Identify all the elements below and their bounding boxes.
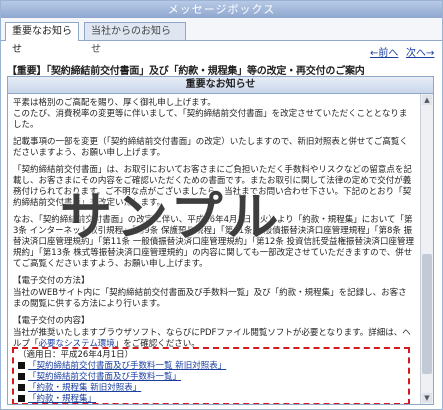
notice-box: 重要なお知らせ 平素は格別のご高配を賜り、厚く御礼申し上げます。 このたび、消費… (7, 76, 434, 405)
notice-box-title: 重要なお知らせ (8, 77, 433, 94)
paragraph-about-document: 「契約締結前交付書面」は、お取引においてお客さまにご負担いただく手数料やリスクな… (13, 165, 412, 208)
document-item: 「約款・規程集 新旧対照表」 (18, 383, 404, 394)
document-link-fee-list-comparison[interactable]: 「契約締結前交付書面及び手数料一覧 新旧対照表」 (28, 361, 226, 371)
bullet-icon (18, 362, 25, 369)
pagination-nav: ←前へ 次へ→ (1, 41, 442, 59)
bullet-icon (18, 384, 25, 391)
document-link-fee-list[interactable]: 「契約締結前交付書面及び手数料一覧」 (28, 372, 181, 382)
scroll-down-icon[interactable]: ▼ (422, 393, 432, 403)
paragraph-change: 記載事項の一部を変更（「契約締結前交付書面」の改定）いたしますので、新旧対照表と… (13, 137, 408, 158)
document-link-terms-comparison[interactable]: 「約款・規程集 新旧対照表」 (28, 383, 141, 393)
tab-company-notices[interactable]: 当社からのお知らせ (84, 22, 186, 55)
prev-link[interactable]: ←前へ (370, 44, 398, 59)
notice-subject: 【重要】「契約締結前交付書面」及び「約款・規程集」等の改定・再交付のご案内 (7, 66, 365, 77)
paragraph-terms-revision: なお、「契約締結前交付書面」の改定に伴い、平成26年4月1日（火）より「約款・規… (13, 215, 415, 269)
paragraph-greeting: 平素は格別のご高配を賜り、厚く御礼申し上げます。 このたび、消費税率の変更等に伴… (13, 98, 408, 130)
delivery-method-label: 【電子交付の方法】 (13, 276, 90, 286)
scroll-up-icon[interactable]: ▲ (422, 95, 432, 105)
document-link-terms[interactable]: 「約款・規程集」 (28, 394, 96, 404)
delivery-content-label: 【電子交付の内容】 (13, 316, 90, 326)
bullet-icon (18, 395, 25, 402)
window-title: メッセージボックス (1, 1, 442, 18)
tab-important-notices[interactable]: 重要なお知らせ (5, 22, 79, 55)
document-item: 「契約締結前交付書面及び手数料一覧」 (18, 372, 404, 383)
next-link[interactable]: 次へ→ (406, 44, 434, 59)
scroll-thumb[interactable] (422, 254, 432, 374)
tab-bar: 重要なお知らせ 当社からのお知らせ (1, 18, 442, 55)
apply-date: （適用日：平成26年4月1日） (18, 350, 134, 360)
document-item: 「契約締結前交付書面及び手数料一覧 新旧対照表」 (18, 361, 404, 372)
delivery-method-text: 当社のWEBサイト内に「契約締結前交付書面及び手数料一覧」及び「約款・規程集」を… (13, 288, 407, 309)
document-item: 「約款・規程集」 (18, 394, 404, 404)
vertical-scrollbar[interactable]: ▲ ▼ (420, 94, 433, 404)
notice-panel: 【重要】「契約締結前交付書面」及び「約款・規程集」等の改定・再交付のご案内 重要… (4, 58, 437, 406)
documents-highlight-box: （適用日：平成26年4月1日） 「契約締結前交付書面及び手数料一覧 新旧対照表」… (12, 347, 410, 404)
bullet-icon (18, 373, 25, 380)
